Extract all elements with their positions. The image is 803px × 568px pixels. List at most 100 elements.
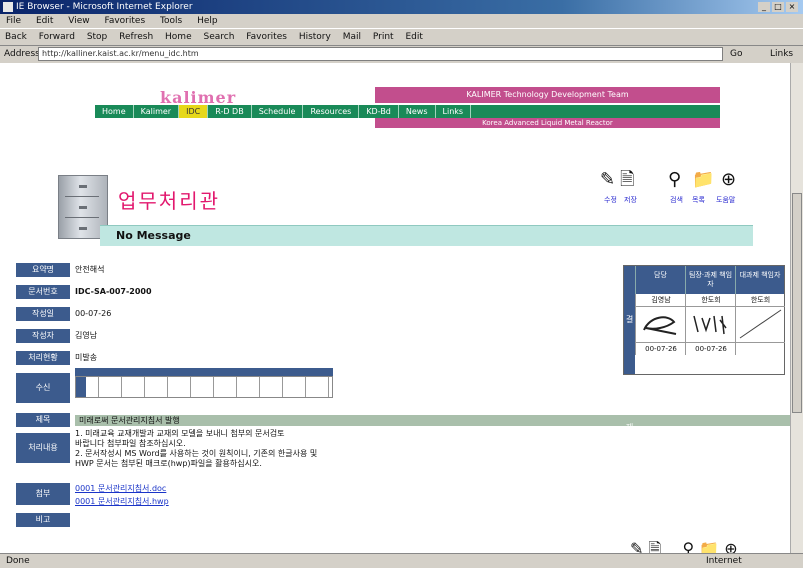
label-recipient: 수신 <box>16 373 70 403</box>
subject-bar: 미래로써 문서관리지침서 발행 <box>75 415 790 426</box>
edit-icon[interactable]: ✎ <box>600 171 615 189</box>
nav-resources[interactable]: Resources <box>303 105 360 118</box>
menu-file[interactable]: File <box>6 16 21 26</box>
search-icon[interactable]: ⚲ <box>668 171 681 189</box>
save-icon[interactable]: 🗎 <box>620 171 634 189</box>
approval-side-label: 결재 <box>624 266 635 432</box>
label-note: 비고 <box>16 513 70 527</box>
search-caption[interactable]: 검색 <box>670 195 683 205</box>
approval-table: 결재 담당 팀장·과제 책임자 대과제 책임자 김영남 한도희 한도희 00-0… <box>623 265 785 432</box>
window-titlebar[interactable]: IE Browser - Microsoft Internet Explorer… <box>0 0 803 14</box>
go-button[interactable]: Go <box>730 46 742 62</box>
status-text: Done <box>6 556 30 566</box>
label-date: 작성일 <box>16 307 70 321</box>
value-status: 미발송 <box>75 353 98 362</box>
body-line: HWP 문서는 첨부된 매크로(hwp)파일을 활용하십시오. <box>75 459 262 468</box>
folder-caption[interactable]: 목록 <box>692 195 705 205</box>
folder-icon[interactable]: 📁 <box>692 171 714 189</box>
save-caption[interactable]: 저장 <box>624 195 637 205</box>
edit-icon[interactable]: ✎ <box>630 539 643 554</box>
history-button[interactable]: History <box>299 32 331 42</box>
refresh-button[interactable]: Refresh <box>119 32 153 42</box>
status-zone: Internet <box>706 556 742 566</box>
signature-image <box>685 306 736 343</box>
site-subbanner: Korea Advanced Liquid Metal Reactor <box>375 118 720 128</box>
site-nav: Home Kalimer IDC R-D DB Schedule Resources KD-… <box>95 105 720 118</box>
back-button[interactable]: Back <box>5 32 27 42</box>
label-doc-number: 문서번호 <box>16 285 70 299</box>
folder-icon[interactable]: 📁 <box>699 539 719 554</box>
menu-view[interactable]: View <box>68 16 89 26</box>
maximize-icon[interactable]: □ <box>772 2 784 12</box>
edit-caption[interactable]: 수정 <box>604 195 617 205</box>
nav-rd-db[interactable]: R-D DB <box>208 105 252 118</box>
forward-button[interactable]: Forward <box>39 32 75 42</box>
nav-home[interactable]: Home <box>95 105 134 118</box>
approval-header: 대과제 책임자 <box>735 266 784 294</box>
nav-kd-bd[interactable]: KD-Bd <box>359 105 399 118</box>
mail-button[interactable]: Mail <box>343 32 361 42</box>
message-text: No Message <box>116 229 191 242</box>
page-title: 업무처리관 <box>118 189 220 213</box>
attachment-link-hwp[interactable]: 0001 문서관리지침서.hwp <box>75 496 169 508</box>
body-line: 2. 문서작성시 MS Word를 사용하는 것이 원칙이니, 기존의 한글사용… <box>75 449 318 458</box>
body-text: 1. 미래교육 교재개발과 교재의 모델을 보내니 첨부의 문서검토 바랍니다 … <box>75 429 317 469</box>
message-bar: No Message <box>100 225 753 246</box>
recipient-grid-header <box>75 368 333 376</box>
label-summary: 요약명 <box>16 263 70 277</box>
favorites-button[interactable]: Favorites <box>246 32 287 42</box>
stop-button[interactable]: Stop <box>87 32 107 42</box>
address-bar: Address http://kalliner.kaist.ac.kr/menu… <box>0 46 803 62</box>
address-input[interactable]: http://kalliner.kaist.ac.kr/menu_idc.htm <box>38 47 723 61</box>
label-subject: 제목 <box>16 413 70 427</box>
menu-edit[interactable]: Edit <box>36 16 53 26</box>
bottom-action-icons: ✎ 🗎 ⚲ 📁 ⊕ <box>630 539 738 554</box>
scrollbar-thumb[interactable] <box>792 193 802 413</box>
help-caption[interactable]: 도움말 <box>716 195 735 205</box>
body-line: 바랍니다 첨부파일 참조하십시오. <box>75 439 186 448</box>
action-icons: ✎ 🗎 ⚲ 📁 ⊕ 수정 저장 검색 목록 도움말 <box>596 171 766 211</box>
value-summary: 안전해석 <box>75 265 105 274</box>
menu-favorites[interactable]: Favorites <box>104 16 145 26</box>
globe-icon[interactable]: ⊕ <box>724 539 737 554</box>
approval-date <box>735 343 785 355</box>
nav-links[interactable]: Links <box>436 105 472 118</box>
vertical-scrollbar[interactable] <box>790 63 803 553</box>
subject-text: 미래로써 문서관리지침서 발행 <box>79 416 180 425</box>
close-icon[interactable]: × <box>786 2 798 12</box>
links-button[interactable]: Links <box>770 46 793 62</box>
edit-button[interactable]: Edit <box>405 32 422 42</box>
print-button[interactable]: Print <box>373 32 394 42</box>
nav-kalimer[interactable]: Kalimer <box>134 105 180 118</box>
menu-tools[interactable]: Tools <box>160 16 182 26</box>
signature-empty <box>735 306 785 343</box>
ie-icon <box>3 2 13 12</box>
window-title: IE Browser - Microsoft Internet Explorer <box>16 2 193 12</box>
site-banner: KALIMER Technology Development Team <box>375 87 720 103</box>
minimize-icon[interactable]: _ <box>758 2 770 12</box>
browser-toolbar: Back Forward Stop Refresh Home Search Fa… <box>0 28 803 46</box>
value-author: 김영남 <box>75 331 98 340</box>
value-doc-number: IDC-SA-007-2000 <box>75 287 152 296</box>
approval-date: 00-07-26 <box>635 343 686 355</box>
globe-icon[interactable]: ⊕ <box>721 171 736 189</box>
label-author: 작성자 <box>16 329 70 343</box>
save-icon[interactable]: 🗎 <box>649 539 662 554</box>
menu-bar: File Edit View Favorites Tools Help <box>0 14 803 28</box>
nav-schedule[interactable]: Schedule <box>252 105 304 118</box>
page-content: kalimer KALIMER Technology Development T… <box>0 63 790 553</box>
search-icon[interactable]: ⚲ <box>682 539 694 554</box>
status-bar: Done Internet <box>0 553 803 568</box>
approval-header: 담당 <box>635 266 685 294</box>
home-button[interactable]: Home <box>165 32 192 42</box>
value-date: 00-07-26 <box>75 309 112 318</box>
nav-idc[interactable]: IDC <box>179 105 209 118</box>
search-button[interactable]: Search <box>203 32 234 42</box>
approval-date: 00-07-26 <box>685 343 736 355</box>
attachment-link-doc[interactable]: 0001 문서관리지침서.doc <box>75 483 166 495</box>
label-body: 처리내용 <box>16 433 70 463</box>
nav-news[interactable]: News <box>399 105 436 118</box>
recipient-grid <box>75 376 333 398</box>
body-line: 1. 미래교육 교재개발과 교재의 모델을 보내니 첨부의 문서검토 <box>75 429 285 438</box>
menu-help[interactable]: Help <box>197 16 218 26</box>
